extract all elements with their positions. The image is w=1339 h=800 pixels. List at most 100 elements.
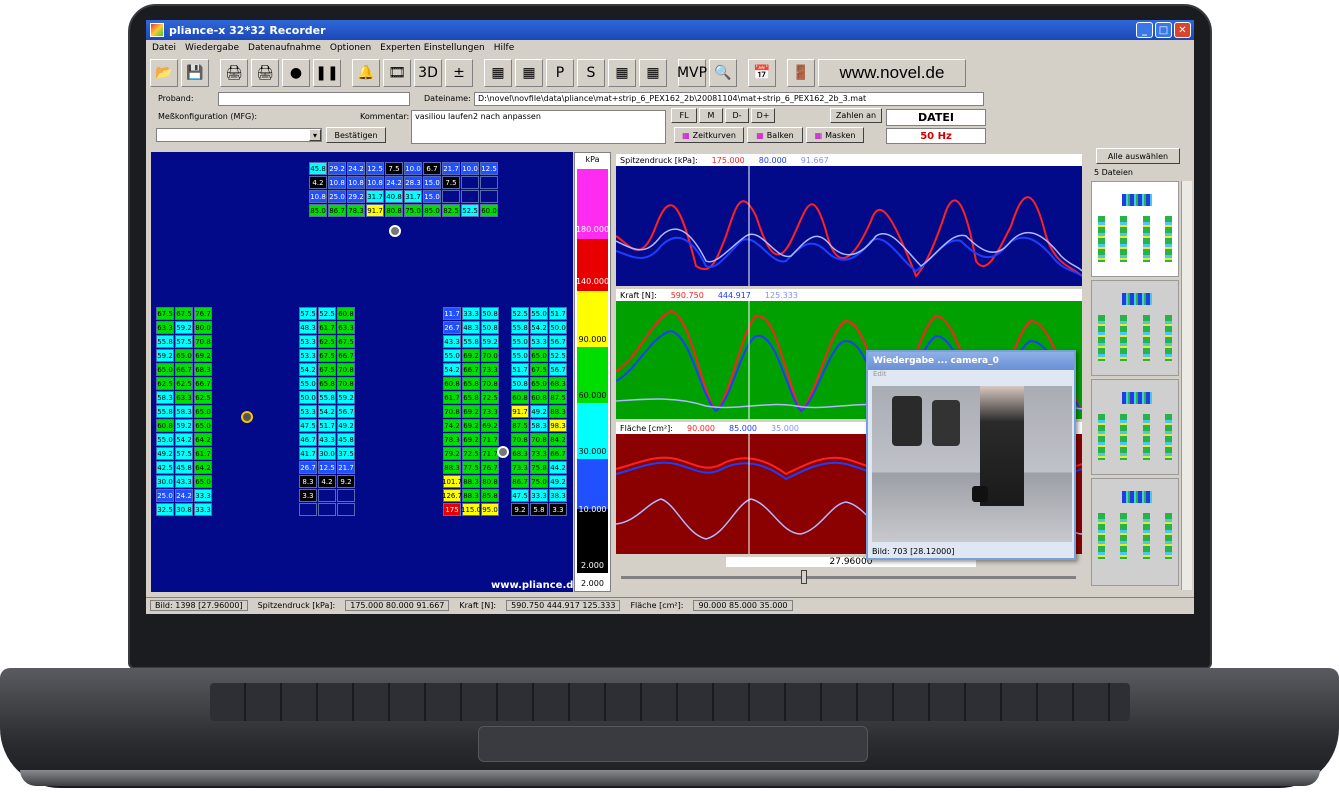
center-of-pressure-marker[interactable] xyxy=(389,225,401,237)
close-button[interactable]: ✕ xyxy=(1174,22,1191,38)
exit-door-icon[interactable]: 🚪 xyxy=(787,59,815,87)
menu-datenaufnahme[interactable]: Datenaufnahme xyxy=(248,43,321,53)
video-edit-menu[interactable]: Edit xyxy=(868,370,1074,382)
film-icon[interactable]: 🎞 xyxy=(383,59,411,87)
kommentar-field[interactable]: vasiliou laufen2 nach anpassen xyxy=(411,110,666,144)
strip-c-center-marker[interactable] xyxy=(497,446,509,458)
menu-optionen[interactable]: Optionen xyxy=(330,43,371,53)
time-slider-thumb[interactable] xyxy=(801,570,807,584)
menu-wiedergabe[interactable]: Wiedergabe xyxy=(185,43,239,53)
sensor-cell: 76.7 xyxy=(481,461,499,474)
messkonfig-select[interactable] xyxy=(156,128,322,142)
film-s-icon[interactable]: S xyxy=(577,59,605,87)
pliance-url[interactable]: www.pliance.de xyxy=(491,580,580,591)
bestaetigen-button[interactable]: Bestätigen xyxy=(326,127,386,143)
sensor-cell: 69.2 xyxy=(462,433,480,446)
flaeche-max: 90.000 xyxy=(687,423,715,433)
scale-unit: kPa xyxy=(585,155,600,164)
pressure-map[interactable]: 45.8 29.2 24.2 12.5 7.5 10.0 6.7 21.7 10.0 12.5 4.… xyxy=(151,152,580,592)
sensor-cell: 68.3 xyxy=(511,447,529,460)
sensor-cell: 31.7 xyxy=(366,190,384,203)
sensor-cell: 101.7 xyxy=(442,475,462,488)
top-sensor-grid: 45.8 29.2 24.2 12.5 7.5 10.0 6.7 21.7 10.0 12.5 4.… xyxy=(309,162,498,217)
fl-button[interactable]: FL xyxy=(671,108,697,123)
save-icon[interactable]: 💾 xyxy=(181,59,209,87)
sensor-cell: 25.0 xyxy=(328,190,346,203)
flaeche-mean: 85.000 xyxy=(729,423,757,433)
sensor-cell: 53.3 xyxy=(299,349,317,362)
film-strip-4-icon[interactable]: ▦ xyxy=(639,59,667,87)
zeitkurven-button[interactable]: ▦ Zeitkurven xyxy=(674,127,744,143)
sensor-cell: 56.7 xyxy=(337,405,355,418)
sensor-cell: 24.2 xyxy=(347,162,365,175)
sensor-cell: 60.8 xyxy=(337,307,355,320)
sensor-cell: 60.8 xyxy=(511,391,529,404)
sensor-cell: 67.5 xyxy=(318,363,336,376)
scale-label-2b: 2.000 xyxy=(581,579,604,588)
magnifier-icon[interactable]: 🔍 xyxy=(709,59,737,87)
sensor-cell: 9.2 xyxy=(337,475,355,488)
strip-d-grid: 52.5 55.0 51.7 55.8 54.2 50.0 55.0 53.3 56.7 55.0… xyxy=(511,307,567,516)
menu-hilfe[interactable]: Hilfe xyxy=(494,43,514,53)
record-icon[interactable]: ● xyxy=(282,59,310,87)
chevron-down-icon[interactable]: ▾ xyxy=(309,129,321,141)
spitzendruck-chart[interactable] xyxy=(616,166,1082,286)
sensor-cell: 33.3 xyxy=(194,489,212,502)
mvp-icon[interactable]: MVP xyxy=(677,59,707,87)
minimize-button[interactable]: _ xyxy=(1136,22,1153,38)
plus-minus-icon[interactable]: ± xyxy=(445,59,473,87)
sensor-cell: 175 xyxy=(443,503,461,516)
maximize-button[interactable]: □ xyxy=(1155,22,1172,38)
proband-field[interactable] xyxy=(218,92,410,106)
sensor-cell: 61.7 xyxy=(194,447,212,460)
sensor-cell: 51.7 xyxy=(549,307,567,320)
print-icon[interactable]: 🖨 xyxy=(220,59,248,87)
sensor-cell: 56.7 xyxy=(549,363,567,376)
video-window[interactable]: Wiedergabe ... camera_0 Edit Bild: 703 [… xyxy=(866,350,1076,560)
d-minus-button[interactable]: D- xyxy=(725,108,749,123)
sensor-cell: 56.7 xyxy=(549,335,567,348)
pause-icon[interactable]: ❚❚ xyxy=(313,59,341,87)
sensor-cell: 67.5 xyxy=(530,363,548,376)
sensor-cell: 75.0 xyxy=(530,475,548,488)
view-3d-icon[interactable]: 3D xyxy=(414,59,442,87)
select-all-button[interactable]: Alle auswählen xyxy=(1096,148,1180,164)
sensor-cell: 4.2 xyxy=(309,176,327,189)
d-plus-button[interactable]: D+ xyxy=(751,108,775,123)
menu-experten[interactable]: Experten Einstellungen xyxy=(380,43,485,53)
novel-link[interactable]: www.novel.de xyxy=(818,59,966,87)
film-strip-3-icon[interactable]: ▦ xyxy=(608,59,636,87)
bell-icon[interactable]: 🔔 xyxy=(352,59,380,87)
calendar-icon[interactable]: 📅 xyxy=(748,59,776,87)
time-slider-track[interactable] xyxy=(621,576,1076,579)
print-preview-icon[interactable]: 🖨 xyxy=(251,59,279,87)
open-folder-icon[interactable]: 📂 xyxy=(150,59,178,87)
sensor-cell: 65.0 xyxy=(156,363,174,376)
sensor-cell: 86.7 xyxy=(328,204,346,217)
sensor-cell: 33.3 xyxy=(462,307,480,320)
film-p-icon[interactable]: P xyxy=(546,59,574,87)
file-thumbnail[interactable] xyxy=(1091,379,1179,475)
masken-button[interactable]: ▦ Masken xyxy=(806,127,864,143)
sensor-cell: 5.8 xyxy=(530,503,548,516)
file-thumbnail[interactable] xyxy=(1091,181,1179,277)
film-strip-2-icon[interactable]: ▦ xyxy=(515,59,543,87)
sensor-cell: 33.3 xyxy=(194,503,212,516)
sensor-cell: 80.8 xyxy=(481,475,499,488)
sidebar-scrollbar[interactable] xyxy=(1181,181,1192,590)
strip-a-center-marker[interactable] xyxy=(241,411,253,423)
balken-button[interactable]: ▦ Balken xyxy=(747,127,803,143)
film-strip-1-icon[interactable]: ▦ xyxy=(484,59,512,87)
menu-datei[interactable]: Datei xyxy=(152,43,176,53)
sensor-cell: 50.0 xyxy=(549,321,567,334)
sensor-cell: 4.2 xyxy=(318,475,336,488)
zahlen-an-button[interactable]: Zahlen an xyxy=(830,108,882,123)
file-thumbnail[interactable] xyxy=(1091,478,1179,586)
status-flaeche-values: 90.000 85.000 35.000 xyxy=(693,600,793,611)
file-thumbnail[interactable] xyxy=(1091,280,1179,376)
m-button[interactable]: M xyxy=(699,108,723,123)
sensor-cell xyxy=(299,503,317,516)
sensor-cell: 65.0 xyxy=(194,475,212,488)
sensor-cell: 60.8 xyxy=(156,419,174,432)
dateiname-field[interactable]: D:\novel\novfile\data\pliance\mat+strip_… xyxy=(474,92,984,106)
